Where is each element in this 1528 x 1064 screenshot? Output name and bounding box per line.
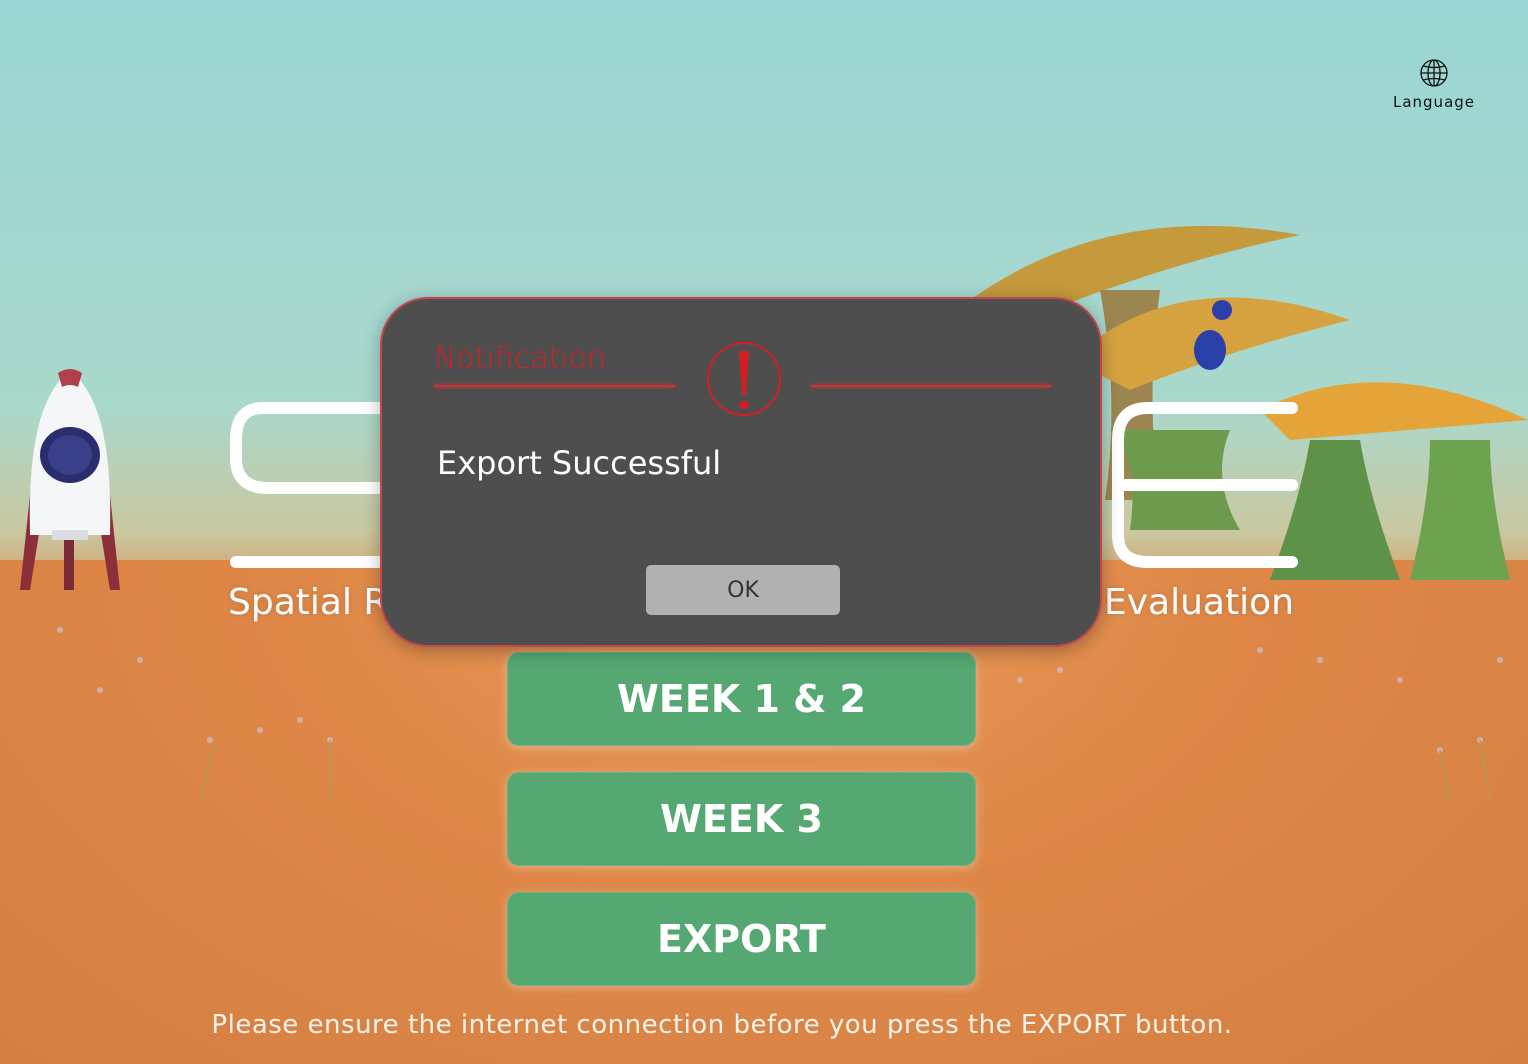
- notification-dialog: Notification Export Successful OK: [380, 297, 1102, 647]
- export-button[interactable]: EXPORT: [507, 892, 976, 986]
- week-1-2-button[interactable]: WEEK 1 & 2: [507, 652, 976, 746]
- title-divider-right: [811, 385, 1051, 387]
- language-button[interactable]: Language: [1388, 58, 1480, 111]
- ok-button[interactable]: OK: [646, 565, 840, 615]
- logo-subtitle-left: Spatial R: [228, 582, 389, 623]
- export-hint-text: Please ensure the internet connection be…: [211, 1010, 1233, 1040]
- week-3-button[interactable]: WEEK 3: [507, 772, 976, 866]
- dialog-title: Notification: [434, 341, 607, 376]
- language-label: Language: [1392, 93, 1476, 111]
- globe-icon: [1420, 59, 1448, 87]
- dialog-message: Export Successful: [437, 444, 722, 482]
- logo-subtitle-right: Evaluation: [1104, 582, 1294, 623]
- alert-icon: [707, 342, 781, 416]
- rocket-illustration: [20, 369, 120, 590]
- title-divider-left: [434, 385, 675, 387]
